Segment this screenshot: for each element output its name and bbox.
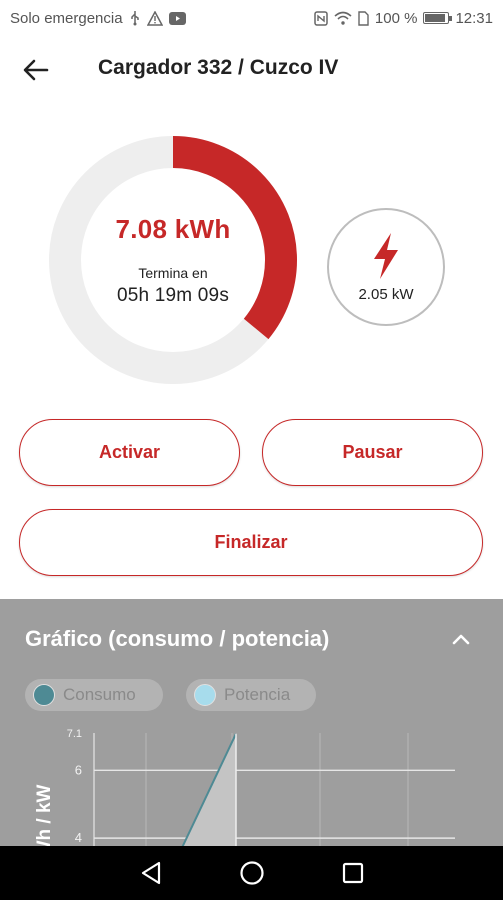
activate-button[interactable]: Activar <box>19 419 240 486</box>
usb-icon <box>129 10 141 26</box>
nav-back-button[interactable] <box>131 853 171 893</box>
arrow-back-icon <box>23 59 49 81</box>
power-unit: kW <box>391 285 414 303</box>
nav-home-icon <box>239 861 264 885</box>
nav-home-button[interactable] <box>232 853 272 893</box>
nfc-icon <box>314 10 328 26</box>
remaining-time: 05h 19m 09s <box>116 284 230 306</box>
charge-progress-ring: 7.08 kWh Termina en 05h 19m 09s <box>48 135 298 385</box>
legend-consumo[interactable]: Consumo <box>25 679 163 711</box>
nav-recents-icon <box>342 862 363 884</box>
nav-back-icon <box>141 861 160 885</box>
wifi-icon <box>334 10 352 26</box>
legend-potencia-label: Potencia <box>224 685 291 704</box>
y-tick-label: 7.1 <box>67 728 82 740</box>
power-indicator: 2.05 kW <box>327 208 445 326</box>
clock: 12:31 <box>455 9 493 27</box>
chevron-up-icon <box>452 634 470 645</box>
energy-value: 7.08 kWh <box>115 213 231 244</box>
pause-button[interactable]: Pausar <box>262 419 483 486</box>
system-nav-bar <box>0 846 503 900</box>
app-header: Cargador 332 / Cuzco IV <box>0 36 503 102</box>
consumo-area <box>148 733 236 846</box>
chart-plot: 7.1 6 4 kWh / kW <box>34 728 455 846</box>
battery-icon <box>423 12 453 24</box>
nav-recents-button[interactable] <box>333 853 373 893</box>
y-tick-label: 4 <box>75 830 82 845</box>
carrier-text: Solo emergencia <box>10 9 123 27</box>
youtube-icon <box>168 10 186 26</box>
sim-icon <box>358 10 369 26</box>
ends-in-label: Termina en <box>138 264 208 281</box>
legend-potencia-dot <box>194 684 216 706</box>
y-tick-label: 6 <box>75 762 82 777</box>
legend-consumo-label: Consumo <box>63 685 136 704</box>
back-button[interactable] <box>20 54 52 86</box>
collapse-button[interactable] <box>449 627 473 651</box>
page-title: Cargador 332 / Cuzco IV <box>98 56 339 79</box>
lightning-icon <box>374 232 398 279</box>
power-number: 2.05 <box>358 285 388 303</box>
y-axis-label: kWh / kW <box>34 784 55 846</box>
legend-potencia[interactable]: Potencia <box>186 679 316 711</box>
warning-icon <box>146 10 163 26</box>
finish-button[interactable]: Finalizar <box>19 509 483 576</box>
power-value: 2.05 kW <box>358 286 413 303</box>
chart-panel: Gráfico (consumo / potencia) Consumo Pot… <box>0 599 503 846</box>
chart-panel-title: Gráfico (consumo / potencia) <box>25 626 330 651</box>
legend-consumo-dot <box>33 684 55 706</box>
status-bar: Solo emergencia 100 % 12:31 <box>0 0 503 36</box>
battery-percent: 100 % <box>374 9 418 27</box>
